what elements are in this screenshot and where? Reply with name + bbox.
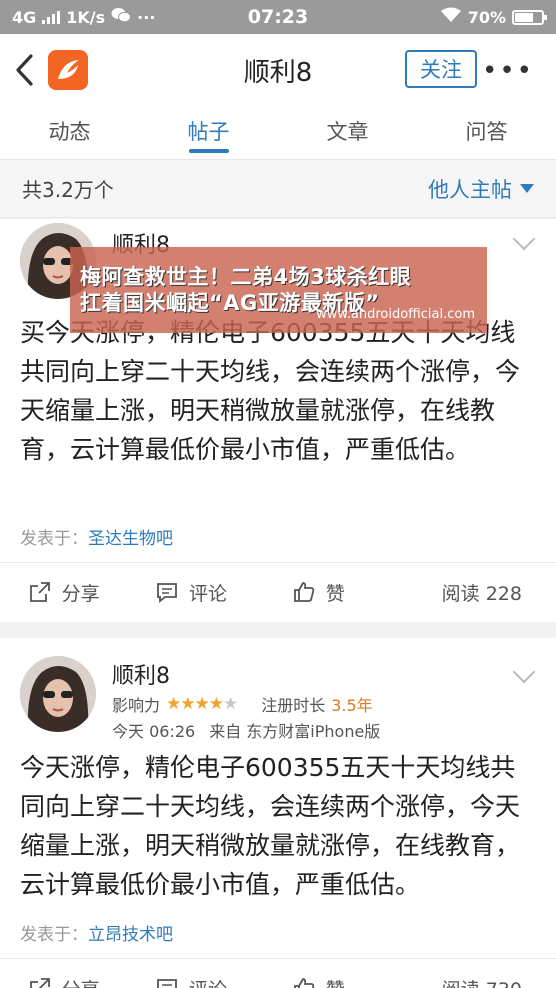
more-notifications: ··· [137,7,156,27]
share-icon [29,582,50,602]
published-in: 发表于：圣达生物吧 [20,524,173,549]
comment-button[interactable]: 评论 [127,579,254,606]
comment-button[interactable]: 评论 [127,975,254,988]
comment-label: 评论 [188,582,227,605]
share-icon [29,978,50,988]
app-logo [48,50,88,90]
signal-icon [42,10,61,24]
share-button[interactable]: 分享 [0,579,127,606]
register-label: 注册时长 [261,696,326,715]
forum-link[interactable]: 圣达生物吧 [88,529,173,549]
stars-empty: ★ [222,694,238,714]
chevron-left-icon [16,54,33,86]
back-button[interactable] [0,34,48,106]
comment-label: 评论 [189,975,227,988]
star-rating: ★★★★★ [166,694,238,714]
published-label: 发表于： [20,529,88,549]
tab-dynamics[interactable]: 动态 [0,106,139,159]
battery-percent: 70% [467,7,506,27]
share-label: 分享 [61,582,100,605]
wechat-icon [111,7,132,27]
caret-down-icon [520,184,534,193]
network-speed: 1K/s [66,7,106,27]
follow-button[interactable]: 关注 [405,50,477,88]
thumbs-up-icon [293,978,314,988]
post-source: 来自 东方财富iPhone版 [209,722,381,741]
register-years: 3.5年 [331,696,373,715]
thumbs-up-icon [293,582,314,602]
divider [0,562,556,563]
post-actions: 分享 评论 赞 阅读 228 [0,564,556,620]
tab-bar: 动态 帖子 文章 问答 [0,106,556,160]
battery-icon [512,9,547,25]
more-menu-button[interactable]: ••• [482,56,534,86]
post-body: 今天涨停，精伦电子600355五天十天均线共同向上穿二十天均线，会连续两个涨停，… [20,753,521,899]
post-count: 共3.2万个 [22,178,114,202]
like-label: 赞 [326,975,345,988]
post-meta: 今天 06:26 来自 东方财富iPhone版 [112,718,380,742]
forum-link[interactable]: 立昂技术吧 [88,925,173,945]
author-name[interactable]: 顺利8 [112,658,170,690]
comment-icon [157,979,177,988]
ad-url: www.androidofficial.com [316,307,475,322]
filter-dropdown[interactable]: 他人主帖 [428,174,534,204]
post-body: 买今天涨停，精伦电子600355五天十天均线共同向上穿二十天均线，会连续两个涨停… [20,318,521,464]
published-in: 发表于：立昂技术吧 [20,920,173,945]
chevron-down-icon[interactable] [512,660,536,684]
published-label: 发表于： [20,925,88,945]
network-label: 4G [12,7,37,27]
like-button[interactable]: 赞 [255,975,382,988]
post-card[interactable]: 顺利8 影响力 ★★★★★ 注册时长 3.5年 今天 06:26 来自 东方财富… [0,638,556,988]
stars-filled: ★★★★ [166,694,224,714]
author-meta: 影响力 ★★★★★ 注册时长 3.5年 [112,692,373,716]
tab-qa[interactable]: 问答 [417,106,556,159]
post-actions: 分享 评论 赞 阅读 730 [0,960,556,988]
filter-label: 他人主帖 [428,177,512,202]
like-label: 赞 [325,582,345,605]
ad-banner[interactable]: 梅阿查救世主！二弟4场3球杀红眼 扛着国米崛起“AG亚游最新版” www.and… [70,247,487,333]
wifi-icon [440,7,462,27]
divider [0,958,556,959]
tab-articles[interactable]: 文章 [278,106,417,159]
status-bar: 4G 1K/s ··· 07:23 70% [0,0,556,34]
post-time: 今天 06:26 [112,722,196,741]
list-subbar: 共3.2万个 他人主帖 [0,160,556,218]
chevron-down-icon[interactable] [512,227,536,251]
tab-posts[interactable]: 帖子 [139,106,278,159]
share-button[interactable]: 分享 [0,975,127,988]
avatar[interactable] [20,656,96,732]
top-header: 顺利8 关注 ••• [0,34,556,106]
comment-icon [157,583,177,603]
like-button[interactable]: 赞 [255,579,382,606]
read-count: 阅读 730 [382,975,556,988]
share-label: 分享 [62,975,100,988]
influence-label: 影响力 [112,696,161,715]
read-count: 阅读 228 [441,582,522,605]
